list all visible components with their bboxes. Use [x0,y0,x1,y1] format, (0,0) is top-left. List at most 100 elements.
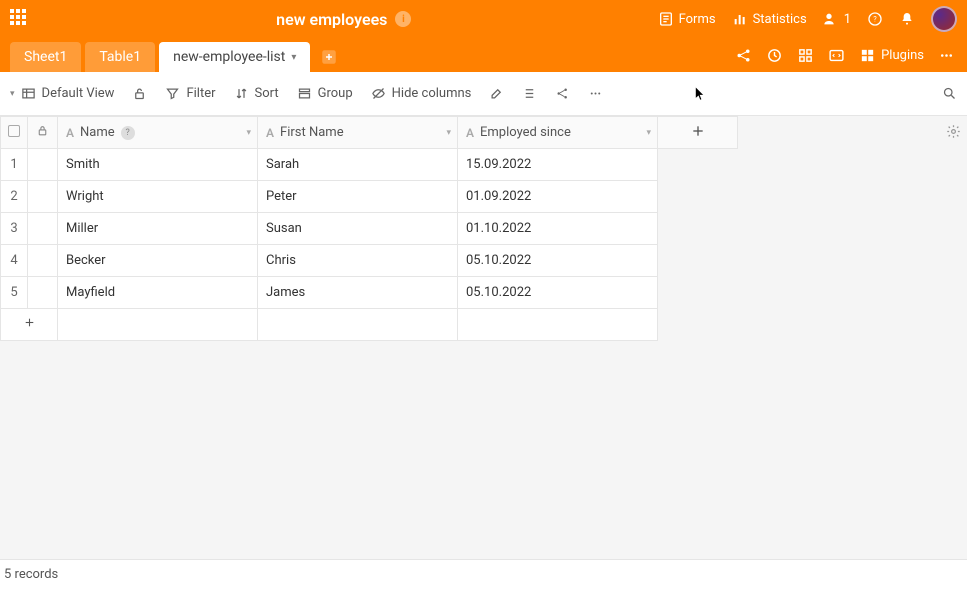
text-type-icon: A [66,126,74,140]
gear-icon [946,124,961,139]
table-row[interactable]: 5 MayfieldJames05.10.2022 [1,277,738,309]
cell-employed-since[interactable]: 15.09.2022 [458,149,658,181]
column-header-first-name[interactable]: A First Name ▾ [258,117,458,149]
help-icon[interactable]: ? [121,126,135,140]
unlock-icon [132,86,147,101]
row-expand[interactable] [28,213,58,245]
share-icon [735,47,752,64]
table-row[interactable]: 4 BeckerChris05.10.2022 [1,245,738,277]
forms-button[interactable]: Forms [658,11,716,27]
group-button[interactable]: Group [297,86,353,101]
row-expand[interactable] [28,245,58,277]
spacer [658,181,738,213]
plus-icon [23,316,36,329]
more-button[interactable] [938,47,955,64]
format-button[interactable] [489,86,504,101]
select-all-header[interactable] [1,117,28,149]
hide-columns-button[interactable]: Hide columns [371,86,472,101]
tab-table1[interactable]: Table1 [85,42,155,72]
history-icon [766,47,783,64]
checkbox-icon [8,125,20,137]
table-row[interactable]: 1 SmithSarah15.09.2022 [1,149,738,181]
apps-grid-icon[interactable] [10,9,30,29]
column-header-employed-since[interactable]: A Employed since ▾ [458,117,658,149]
cell-name[interactable]: Wright [58,181,258,213]
tab-new-employee-list[interactable]: new-employee-list ▾ [159,42,310,72]
statistics-button[interactable]: Statistics [732,11,807,27]
user-count: 1 [844,12,851,27]
cell-employed-since[interactable]: 05.10.2022 [458,245,658,277]
collaborators-button[interactable]: 1 [823,11,851,27]
history-button[interactable] [766,47,783,64]
notifications-button[interactable] [899,11,915,27]
chevron-down-icon[interactable]: ▾ [246,128,251,138]
group-icon [297,86,312,101]
chevron-down-icon[interactable]: ▾ [646,128,651,138]
filter-button[interactable]: Filter [165,86,215,101]
sort-button[interactable]: Sort [234,86,279,101]
row-expand[interactable] [28,277,58,309]
table-row[interactable]: 3 MillerSusan01.10.2022 [1,213,738,245]
empty-cell[interactable] [458,309,658,341]
row-number[interactable]: 5 [1,277,28,309]
chevron-down-icon[interactable]: ▾ [446,128,451,138]
row-number[interactable]: 3 [1,213,28,245]
forms-label: Forms [679,12,716,27]
code-icon [828,47,845,64]
chevron-down-icon[interactable]: ▾ [291,52,296,63]
spacer [658,245,738,277]
add-column-button[interactable] [658,117,738,149]
cell-name[interactable]: Mayfield [58,277,258,309]
avatar[interactable] [931,6,957,32]
share-view-button[interactable] [555,86,570,101]
plugins-button[interactable]: Plugins [859,47,924,64]
cell-first-name[interactable]: Peter [258,181,458,213]
column-name-label: Name [80,125,115,140]
cell-name[interactable]: Becker [58,245,258,277]
cell-first-name[interactable]: James [258,277,458,309]
table-settings-button[interactable] [946,124,961,143]
lock-column-header[interactable] [28,117,58,149]
lock-view-button[interactable] [132,86,147,101]
cell-first-name[interactable]: Chris [258,245,458,277]
cell-employed-since[interactable]: 01.10.2022 [458,213,658,245]
group-label: Group [318,86,353,101]
search-button[interactable] [942,86,957,101]
cell-name[interactable]: Smith [58,149,258,181]
row-height-button[interactable] [522,86,537,101]
sort-label: Sort [255,86,279,101]
row-number[interactable]: 4 [1,245,28,277]
empty-cell[interactable] [58,309,258,341]
tab-sheet1[interactable]: Sheet1 [10,42,81,72]
table-row[interactable]: 2 WrightPeter01.09.2022 [1,181,738,213]
tab-label: Sheet1 [24,49,67,65]
default-view-label: Default View [42,86,115,101]
row-expand[interactable] [28,149,58,181]
cell-first-name[interactable]: Sarah [258,149,458,181]
text-type-icon: A [266,126,274,140]
add-table-button[interactable] [314,42,344,72]
spacer [658,277,738,309]
grid-icon [797,47,814,64]
automation-button[interactable] [797,47,814,64]
empty-cell[interactable] [258,309,458,341]
row-number[interactable]: 1 [1,149,28,181]
tab-label: Table1 [99,49,141,65]
cell-first-name[interactable]: Susan [258,213,458,245]
spacer [658,213,738,245]
cell-employed-since[interactable]: 05.10.2022 [458,277,658,309]
row-number[interactable]: 2 [1,181,28,213]
cell-name[interactable]: Miller [58,213,258,245]
table-icon [21,86,36,101]
cell-employed-since[interactable]: 01.09.2022 [458,181,658,213]
api-button[interactable] [828,47,845,64]
share-button[interactable] [735,47,752,64]
column-header-name[interactable]: A Name ? ▾ [58,117,258,149]
view-menu[interactable]: ▾ Default View [10,86,114,101]
column-first-name-label: First Name [280,125,344,140]
toolbar-more-button[interactable] [588,86,603,101]
info-icon[interactable]: i [395,11,411,27]
help-button[interactable]: ? [867,11,883,27]
row-expand[interactable] [28,181,58,213]
add-row-button[interactable] [1,309,58,341]
